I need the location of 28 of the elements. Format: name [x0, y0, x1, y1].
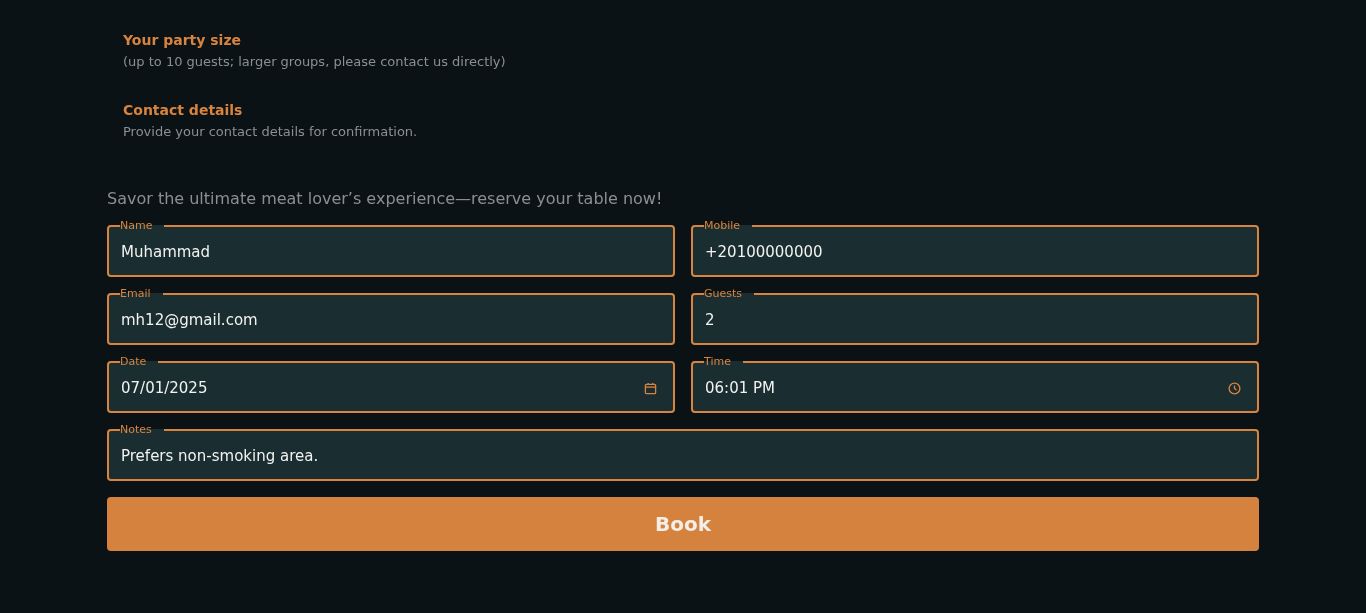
field-label: Mobile: [704, 219, 742, 233]
input-field[interactable]: Notes Prefers non-smoking area.: [107, 423, 1259, 481]
section-description: Provide your contact details for confirmation.: [123, 123, 419, 141]
input-field[interactable]: Time 06:01 PM: [691, 355, 1259, 413]
field-value: Muhammad: [121, 243, 211, 261]
input-field[interactable]: Email mh12@gmail.com: [107, 287, 675, 345]
field-label: Name: [120, 219, 154, 233]
clock-icon[interactable]: [1228, 381, 1241, 395]
field-value: +20100000000: [705, 243, 823, 261]
field-value: 06:01 PM: [705, 379, 775, 397]
input-field[interactable]: Name Muhammad: [107, 219, 675, 277]
input-field[interactable]: Date 07/01/2025: [107, 355, 675, 413]
field-label: Date: [120, 355, 148, 369]
calendar-icon[interactable]: [644, 381, 657, 395]
section-description: (up to 10 guests; larger groups, please contact us directly): [123, 53, 507, 71]
field-label: Time: [704, 355, 732, 369]
input-field[interactable]: Mobile +20100000000: [691, 219, 1259, 277]
field-value: 2: [705, 311, 715, 329]
field-value: mh12@gmail.com: [121, 311, 258, 329]
tagline: Savor the ultimate meat lover’s experience—reserve your table now!: [107, 188, 664, 210]
field-label: Guests: [704, 287, 744, 301]
section-heading: Your party size: [123, 31, 243, 50]
field-value: 07/01/2025: [121, 379, 208, 397]
input-field[interactable]: Guests 2: [691, 287, 1259, 345]
field-label: Email: [120, 287, 152, 301]
field-value: Prefers non-smoking area.: [121, 447, 319, 465]
field-label: Notes: [120, 423, 153, 437]
section-heading: Contact details: [123, 101, 244, 120]
